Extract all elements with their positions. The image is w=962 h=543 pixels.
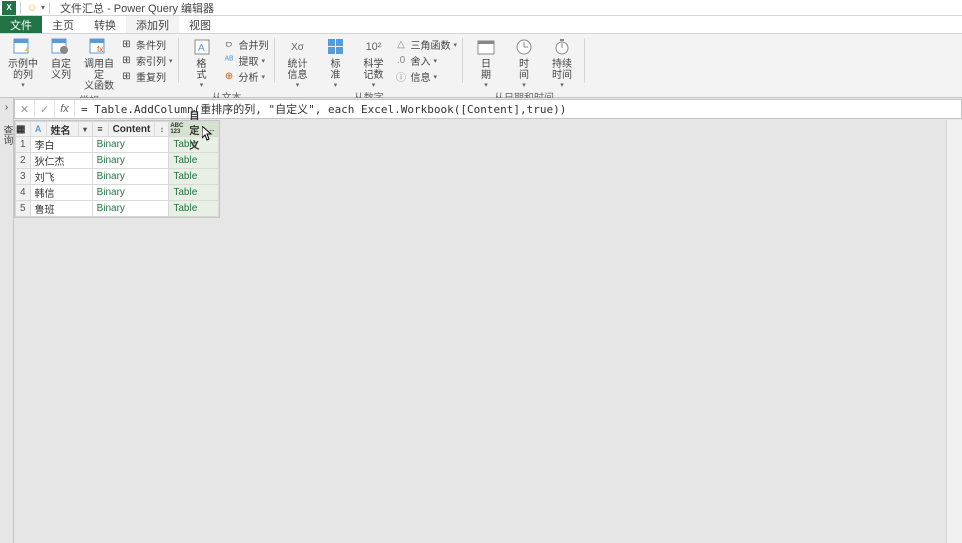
title-bar: X ☺ ▾ 文件汇总 - Power Query 编辑器 bbox=[0, 0, 962, 16]
trig-icon: △ bbox=[395, 38, 408, 51]
type-text-icon[interactable]: A bbox=[31, 122, 47, 136]
clock-icon bbox=[514, 37, 534, 57]
cell-custom[interactable]: Table bbox=[169, 169, 219, 185]
table-row[interactable]: 2狄仁杰BinaryTable bbox=[16, 153, 219, 169]
duplicate-icon: ⊞ bbox=[120, 70, 133, 83]
duplicate-column-button[interactable]: ⊞重复列 bbox=[120, 69, 173, 84]
smile-icon[interactable]: ☺ bbox=[25, 1, 39, 15]
round-icon: .0 bbox=[395, 54, 408, 67]
tab-home[interactable]: 主页 bbox=[42, 16, 84, 33]
formula-cancel-button[interactable]: ✕ bbox=[15, 100, 35, 118]
merge-icon: ⫐ bbox=[223, 38, 236, 51]
formula-commit-button[interactable]: ✓ bbox=[35, 100, 55, 118]
chevron-right-icon[interactable]: › bbox=[5, 102, 8, 113]
formula-text[interactable]: = Table.AddColumn(重排序的列, "自定义", each Exc… bbox=[75, 101, 961, 117]
type-binary-icon[interactable]: ≡ bbox=[93, 122, 109, 136]
cell-name[interactable]: 刘飞 bbox=[30, 169, 92, 185]
queries-pane-label: 查询 bbox=[0, 125, 14, 145]
select-all-corner[interactable]: ▦ bbox=[16, 122, 31, 137]
extract-button[interactable]: ᴬᴮ提取▾ bbox=[223, 53, 269, 68]
svg-text:fx: fx bbox=[97, 45, 103, 54]
sigma-x-icon: Xσ bbox=[288, 37, 308, 57]
cell-name[interactable]: 韩信 bbox=[30, 185, 92, 201]
index-column-button[interactable]: ⊞索引列▾ bbox=[120, 53, 173, 68]
row-number[interactable]: 4 bbox=[16, 185, 31, 201]
row-number[interactable]: 3 bbox=[16, 169, 31, 185]
column-header-name[interactable]: A 姓名 ▾ bbox=[30, 122, 92, 137]
info-button[interactable]: ⓘ信息▾ bbox=[395, 69, 458, 84]
conditional-icon: ⊞ bbox=[120, 38, 133, 51]
table-fx-icon: fx bbox=[89, 37, 109, 57]
row-number[interactable]: 5 bbox=[16, 201, 31, 217]
queries-pane-collapsed[interactable]: › 查询 bbox=[0, 98, 14, 543]
cell-name[interactable]: 李白 bbox=[30, 137, 92, 153]
ribbon: 示例中 的列 ▾ 自定 义列 fx 调用自定 义函数 ⊞条件列 ⊞索引列▾ ⊞重… bbox=[0, 34, 962, 98]
standard-button[interactable]: 标 准 ▾ bbox=[319, 37, 353, 89]
expand-column-icon[interactable]: ↔ bbox=[204, 122, 218, 136]
trig-button[interactable]: △三角函数▾ bbox=[395, 37, 458, 52]
column-header-content[interactable]: ≡ Content ↕ bbox=[92, 122, 169, 137]
ribbon-group-number: Xσ 统计 信息 ▾ 标 准 ▾ 10² 科学 记数 ▾ △三角函数▾ .0舍入… bbox=[275, 34, 464, 97]
time-button[interactable]: 时 间 ▾ bbox=[507, 37, 541, 89]
rounding-button[interactable]: .0舍入▾ bbox=[395, 53, 458, 68]
calendar-icon bbox=[476, 37, 496, 57]
table-row[interactable]: 4韩信BinaryTable bbox=[16, 185, 219, 201]
parse-icon: ⊕ bbox=[223, 70, 236, 83]
duration-button[interactable]: 持续 时间 ▾ bbox=[545, 37, 579, 89]
data-preview-grid: ▦ A 姓名 ▾ ≡ Con bbox=[15, 121, 219, 217]
tab-transform[interactable]: 转换 bbox=[84, 16, 126, 33]
statistics-button[interactable]: Xσ 统计 信息 ▾ bbox=[281, 37, 315, 89]
invoke-function-button[interactable]: fx 调用自定 义函数 bbox=[82, 37, 116, 92]
merge-columns-button[interactable]: ⫐合并列 bbox=[223, 37, 269, 52]
row-number[interactable]: 2 bbox=[16, 153, 31, 169]
format-button[interactable]: A 格 式 ▾ bbox=[185, 37, 219, 89]
svg-text:A: A bbox=[198, 43, 205, 54]
type-any-icon[interactable]: ABC 123 bbox=[169, 122, 185, 136]
cell-content[interactable]: Binary bbox=[92, 185, 169, 201]
cell-custom[interactable]: Table bbox=[169, 201, 219, 217]
filter-dropdown-icon[interactable]: ▾ bbox=[78, 122, 92, 136]
excel-app-icon: X bbox=[2, 1, 16, 15]
expand-icon[interactable]: ↕ bbox=[154, 122, 168, 136]
cell-content[interactable]: Binary bbox=[92, 201, 169, 217]
tab-view[interactable]: 视图 bbox=[179, 16, 221, 33]
cell-name[interactable]: 鲁班 bbox=[30, 201, 92, 217]
qat-dropdown[interactable]: ▾ bbox=[41, 3, 45, 12]
stopwatch-icon bbox=[552, 37, 572, 57]
cell-name[interactable]: 狄仁杰 bbox=[30, 153, 92, 169]
formula-bar: ✕ ✓ fx = Table.AddColumn(重排序的列, "自定义", e… bbox=[14, 99, 962, 119]
tab-file[interactable]: 文件 bbox=[0, 16, 42, 33]
table-row[interactable]: 5鲁班BinaryTable bbox=[16, 201, 219, 217]
scientific-button[interactable]: 10² 科学 记数 ▾ bbox=[357, 37, 391, 89]
ribbon-group-text: A 格 式 ▾ ⫐合并列 ᴬᴮ提取▾ ⊕分析▾ 从文本 bbox=[179, 34, 275, 97]
window-title: 文件汇总 - Power Query 编辑器 bbox=[60, 0, 214, 16]
vertical-scrollbar[interactable] bbox=[946, 120, 962, 543]
ten-power-icon: 10² bbox=[364, 37, 384, 57]
table-gear-icon bbox=[51, 37, 71, 57]
info-icon: ⓘ bbox=[395, 70, 408, 83]
custom-column-button[interactable]: 自定 义列 bbox=[44, 37, 78, 81]
ribbon-group-general: 示例中 的列 ▾ 自定 义列 fx 调用自定 义函数 ⊞条件列 ⊞索引列▾ ⊞重… bbox=[0, 34, 179, 97]
cell-custom[interactable]: Table bbox=[169, 185, 219, 201]
ribbon-group-datetime: 日 期 ▾ 时 间 ▾ 持续 时间 ▾ 从日期和时间 bbox=[463, 34, 585, 97]
format-icon: A bbox=[192, 37, 212, 57]
column-from-examples-button[interactable]: 示例中 的列 ▾ bbox=[6, 37, 40, 89]
parse-button[interactable]: ⊕分析▾ bbox=[223, 69, 269, 84]
table-row[interactable]: 3刘飞BinaryTable bbox=[16, 169, 219, 185]
cell-content[interactable]: Binary bbox=[92, 153, 169, 169]
cell-content[interactable]: Binary bbox=[92, 137, 169, 153]
index-icon: ⊞ bbox=[120, 54, 133, 67]
extract-icon: ᴬᴮ bbox=[223, 54, 236, 67]
standard-icon bbox=[326, 37, 346, 57]
cell-custom[interactable]: Table bbox=[169, 153, 219, 169]
ribbon-tabs: 文件 主页 转换 添加列 视图 bbox=[0, 16, 962, 34]
table-star-icon bbox=[13, 37, 33, 57]
conditional-column-button[interactable]: ⊞条件列 bbox=[120, 37, 173, 52]
row-number[interactable]: 1 bbox=[16, 137, 31, 153]
tab-add-column[interactable]: 添加列 bbox=[126, 16, 179, 33]
fx-icon[interactable]: fx bbox=[55, 100, 75, 118]
date-button[interactable]: 日 期 ▾ bbox=[469, 37, 503, 89]
column-header-custom[interactable]: ABC 123 自定义 ↔ bbox=[169, 122, 219, 137]
cell-content[interactable]: Binary bbox=[92, 169, 169, 185]
